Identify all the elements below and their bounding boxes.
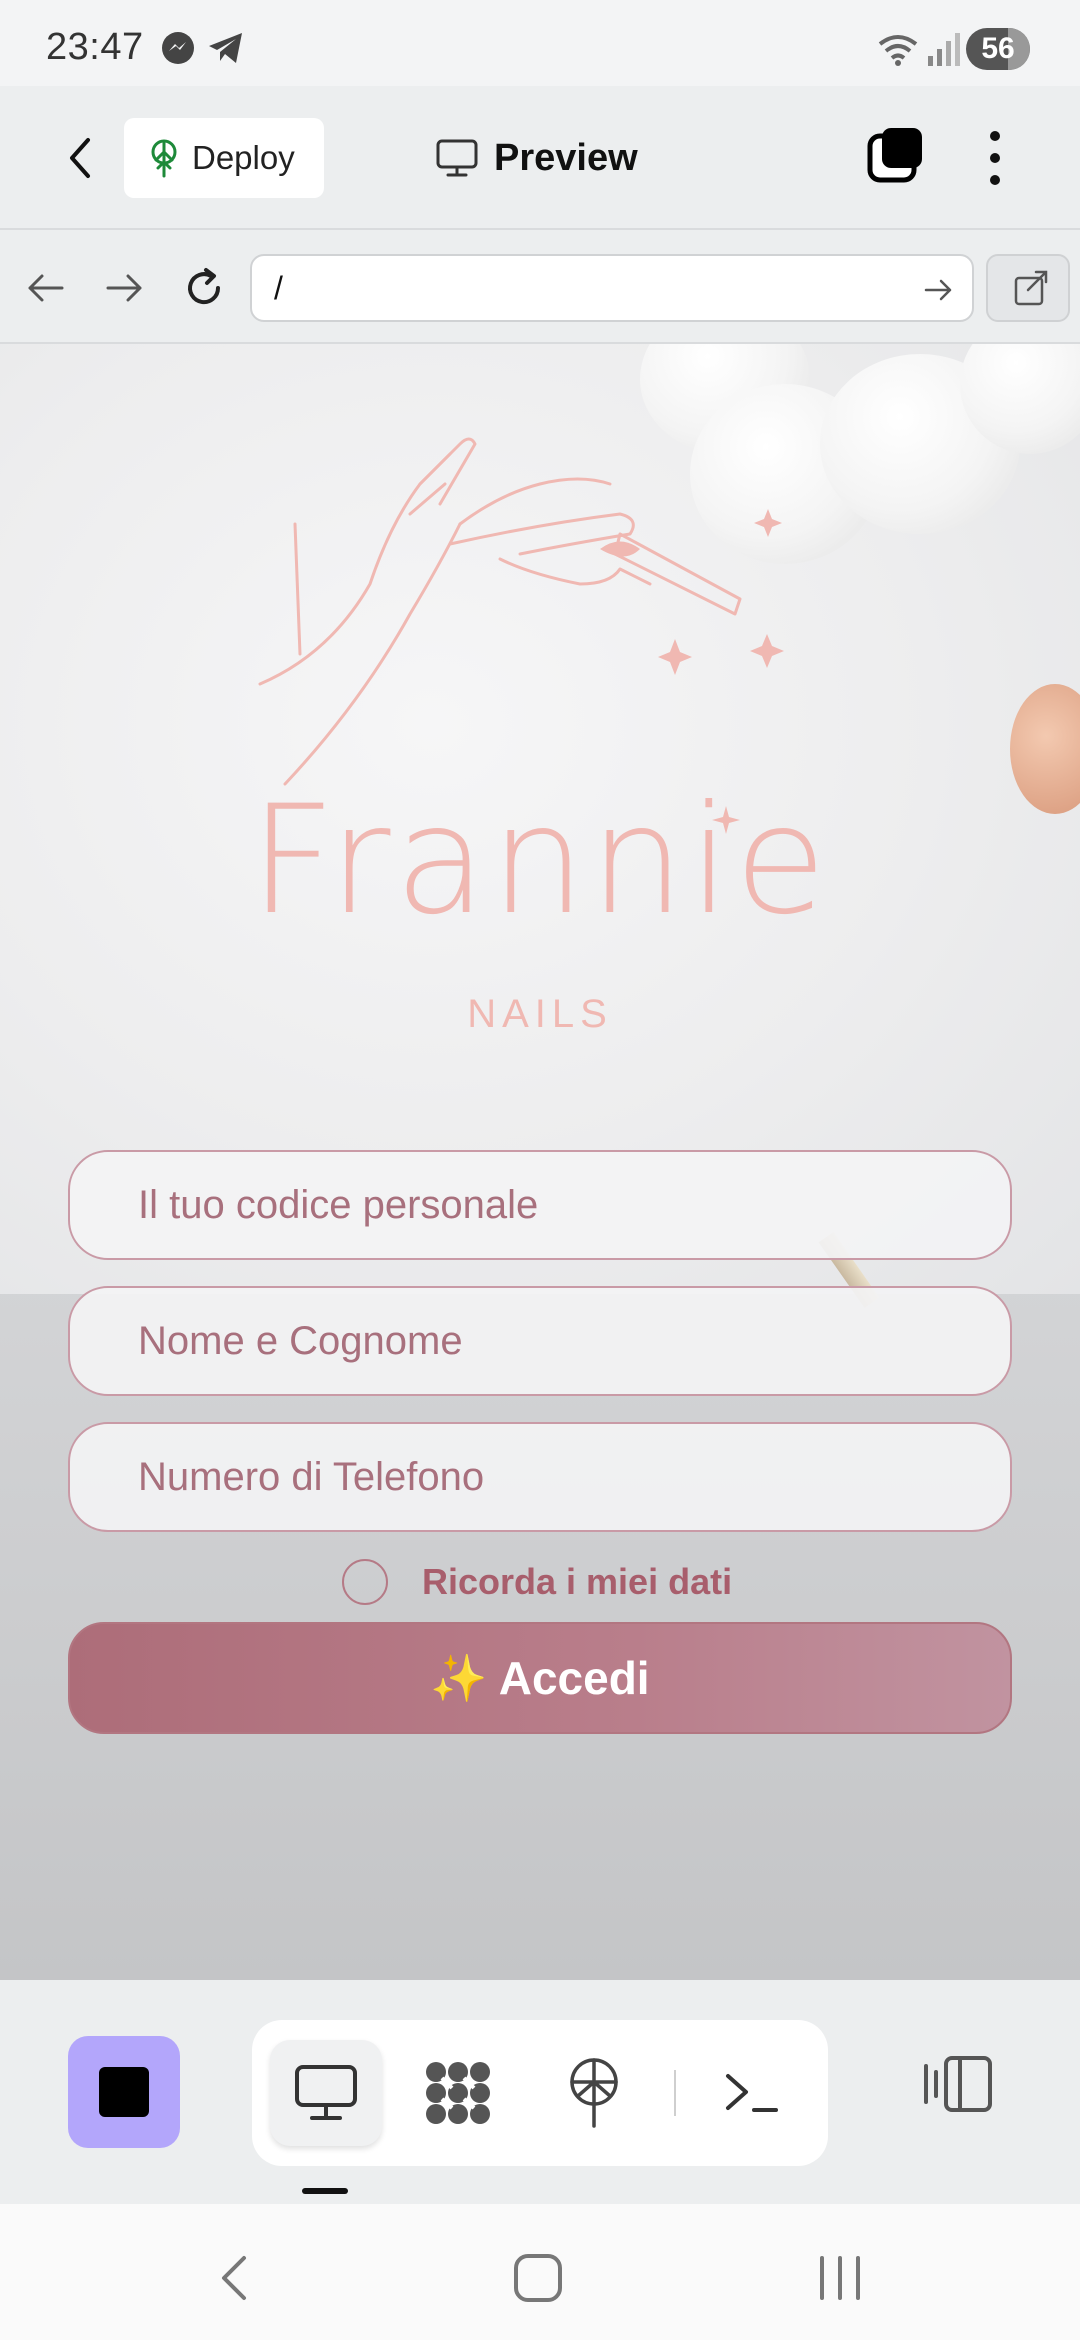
stop-button[interactable]	[68, 2036, 180, 2148]
phone-field[interactable]	[68, 1422, 1012, 1532]
deploy-label: Deploy	[192, 139, 295, 176]
full-name-input[interactable]	[70, 1288, 1010, 1394]
external-link-icon	[1014, 270, 1048, 306]
wifi-icon	[878, 35, 918, 66]
bottom-toolbar	[0, 1980, 1080, 2204]
url-value: /	[274, 270, 283, 306]
split-view-icon[interactable]	[918, 2044, 998, 2124]
web-preview: Frannie NAILS Ricorda i miei dati ✨ Acce…	[0, 344, 1080, 1980]
clock: 23:47	[46, 26, 144, 68]
system-home-icon[interactable]	[508, 2248, 568, 2308]
divider	[674, 2070, 676, 2116]
back-arrow-icon[interactable]	[54, 130, 110, 186]
desktop-preview-tab[interactable]	[270, 2040, 382, 2146]
view-switcher	[252, 2020, 828, 2166]
deploy-tree-icon	[570, 2058, 618, 2128]
hand-nail-polish-illustration	[258, 437, 784, 786]
remember-me[interactable]: Ricorda i miei dati	[342, 1557, 732, 1607]
deploy-button[interactable]: Deploy	[124, 118, 324, 198]
full-name-field[interactable]	[68, 1286, 1012, 1396]
url-bar: /	[0, 230, 1080, 344]
open-external-button[interactable]	[986, 254, 1070, 322]
personal-code-input[interactable]	[70, 1152, 1010, 1258]
brand-logo-subtitle: NAILS	[467, 992, 613, 1036]
battery-indicator: 56	[966, 28, 1030, 70]
url-input[interactable]: /	[250, 254, 974, 322]
remember-label: Ricorda i miei dati	[422, 1561, 733, 1602]
login-button[interactable]: ✨ Accedi	[68, 1622, 1012, 1734]
system-navigation-bar	[0, 2204, 1080, 2340]
browser-forward-icon[interactable]	[100, 264, 148, 312]
messenger-icon	[162, 32, 194, 64]
personal-code-field[interactable]	[68, 1150, 1012, 1260]
monitor-icon	[436, 139, 478, 177]
deploy-tree-icon	[151, 139, 177, 178]
system-recents-icon[interactable]	[810, 2248, 870, 2308]
desktop-icon	[295, 2065, 357, 2120]
phone-input[interactable]	[70, 1424, 1010, 1530]
components-tab[interactable]	[402, 2040, 514, 2146]
system-back-icon[interactable]	[206, 2248, 266, 2308]
active-tab-indicator	[302, 2188, 348, 2194]
app-bar: Deploy Preview	[0, 86, 1080, 230]
terminal-icon	[726, 2074, 778, 2112]
reload-icon[interactable]	[180, 264, 228, 312]
components-icon	[426, 2062, 490, 2124]
remember-checkbox[interactable]	[342, 1559, 388, 1605]
go-arrow-icon[interactable]	[922, 274, 954, 306]
telegram-icon	[209, 33, 242, 63]
brand-logo-name: Frannie	[249, 774, 831, 948]
sparkle-icon	[712, 806, 740, 834]
status-bar: 23:47 56	[0, 0, 1080, 86]
browser-back-icon[interactable]	[22, 264, 70, 312]
terminal-tab[interactable]	[696, 2040, 808, 2146]
more-options-icon[interactable]	[980, 126, 1010, 190]
stop-icon	[99, 2067, 149, 2117]
signal-icon	[928, 33, 960, 66]
page-title: Preview	[494, 136, 638, 179]
tabs-icon[interactable]	[866, 126, 926, 186]
preview-title: Preview	[436, 126, 638, 190]
deploy-tab[interactable]	[538, 2040, 650, 2146]
